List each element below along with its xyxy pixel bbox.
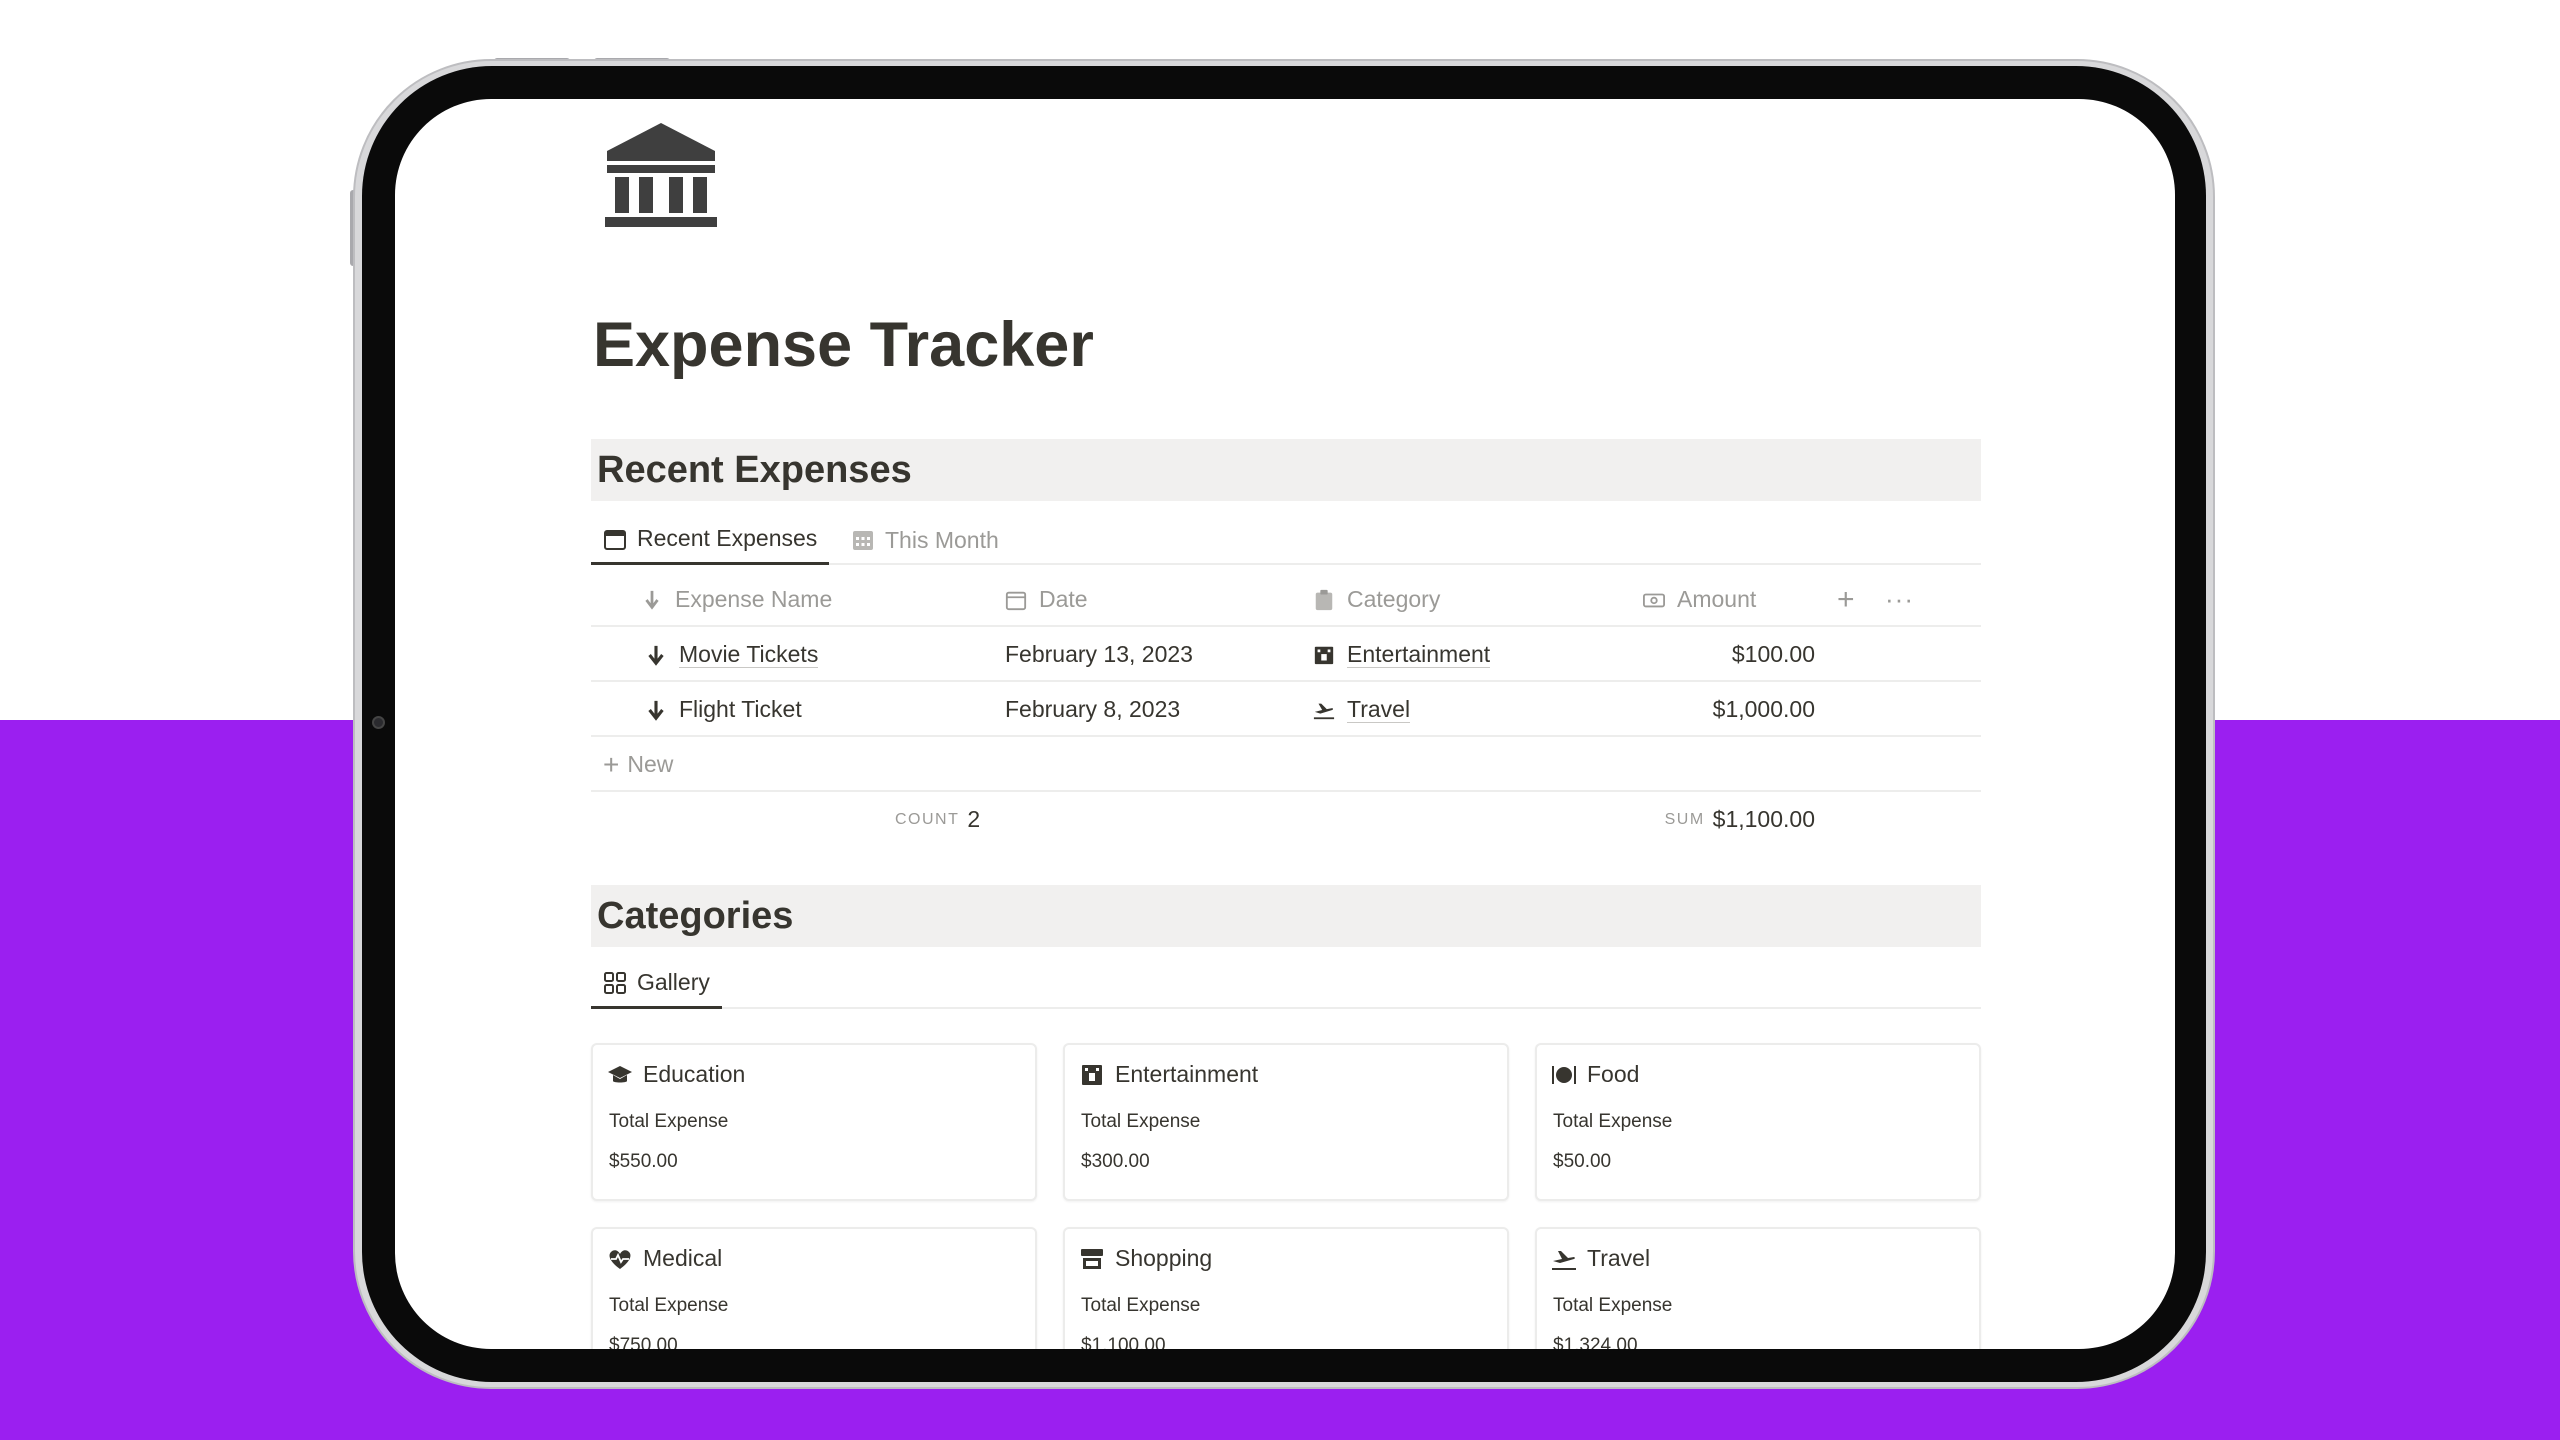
expense-name: Flight Ticket	[679, 696, 802, 722]
airplane-icon	[1552, 1250, 1576, 1270]
money-icon	[1643, 593, 1665, 607]
page-title: Expense Tracker	[593, 310, 1094, 380]
utensils-icon	[1552, 1065, 1576, 1084]
card-title: Shopping	[1079, 1245, 1212, 1272]
tab-this-month-label: This Month	[885, 526, 999, 553]
table-row[interactable]: Flight Ticket February 8, 2023 Travel $1…	[591, 682, 1981, 737]
arrow-down-icon	[645, 590, 659, 610]
card-label: Total Expense	[609, 1111, 729, 1132]
card-title-text: Entertainment	[1115, 1061, 1259, 1087]
recent-expenses-heading: Recent Expenses	[591, 439, 1981, 501]
table-header-row: Expense Name Date Category Amount + ···	[591, 572, 1981, 627]
film-icon	[1314, 646, 1334, 664]
calendar-grid-icon	[853, 531, 873, 550]
column-header-expense-name[interactable]: Expense Name	[641, 572, 832, 627]
recent-expenses-view-tabs: Recent Expenses This Month	[591, 515, 1981, 565]
card-label: Total Expense	[1081, 1111, 1201, 1132]
column-header-label: Expense Name	[675, 586, 833, 612]
card-title: Entertainment	[1079, 1061, 1258, 1088]
category-card-shopping[interactable]: Shopping Total Expense $1,100.00	[1063, 1227, 1509, 1349]
tab-recent-expenses[interactable]: Recent Expenses	[591, 515, 830, 565]
card-label: Total Expense	[1081, 1295, 1201, 1316]
calendar-icon	[604, 529, 626, 550]
recent-expenses-heading-text: Recent Expenses	[597, 449, 912, 491]
category-cell[interactable]: Travel	[1313, 682, 1411, 737]
card-value: $1,324.00	[1553, 1335, 1638, 1349]
new-row-label-group: + New	[603, 737, 673, 792]
card-title: Food	[1551, 1061, 1639, 1088]
card-title: Medical	[607, 1245, 722, 1272]
column-header-label: Amount	[1677, 586, 1757, 612]
amount-cell: $100.00	[1731, 641, 1815, 667]
category-link: Entertainment	[1347, 641, 1491, 668]
categories-heading: Categories	[591, 885, 1981, 947]
tab-gallery-label: Gallery	[637, 969, 710, 995]
tab-this-month[interactable]: This Month	[841, 515, 1009, 565]
expense-name: Movie Tickets	[679, 641, 819, 668]
bank-building-icon[interactable]	[603, 121, 719, 229]
count-label: COUNT	[895, 810, 960, 828]
category-card-food[interactable]: Food Total Expense $50.00	[1535, 1043, 1981, 1201]
categories-view-tabs: Gallery	[591, 959, 1981, 1009]
card-title-text: Food	[1587, 1061, 1640, 1087]
categories-heading-text: Categories	[597, 895, 794, 937]
table-row[interactable]: Movie Tickets February 13, 2023 Entertai…	[591, 627, 1981, 682]
card-value: $1,100.00	[1081, 1335, 1166, 1349]
count-calculation[interactable]: COUNT 2	[895, 792, 980, 847]
card-label: Total Expense	[609, 1295, 729, 1316]
store-icon	[1081, 1248, 1103, 1269]
film-icon	[1082, 1064, 1102, 1085]
sum-value: $1,100.00	[1712, 806, 1815, 832]
tab-gallery[interactable]: Gallery	[591, 959, 722, 1009]
card-title: Travel	[1551, 1245, 1650, 1272]
sum-calculation[interactable]: SUM $1,100.00	[1591, 792, 1815, 847]
card-title-text: Education	[643, 1061, 746, 1087]
tablet-camera	[372, 716, 385, 729]
count-value: 2	[967, 806, 981, 832]
arrow-down-icon	[648, 645, 664, 666]
card-value: $300.00	[1081, 1151, 1150, 1172]
column-header-date[interactable]: Date	[1005, 572, 1088, 627]
category-card-education[interactable]: Education Total Expense $550.00	[591, 1043, 1037, 1201]
gallery-grid-icon	[604, 971, 626, 994]
card-title-text: Shopping	[1115, 1245, 1213, 1271]
expense-name-cell[interactable]: Movie Tickets	[645, 627, 819, 682]
category-link: Travel	[1347, 696, 1411, 723]
new-row-button[interactable]: + New	[591, 737, 1981, 792]
clipboard-icon	[1315, 589, 1333, 610]
tab-recent-expenses-label: Recent Expenses	[637, 525, 818, 551]
card-value: $50.00	[1553, 1151, 1612, 1172]
card-value: $550.00	[609, 1151, 678, 1172]
graduation-cap-icon	[608, 1065, 632, 1082]
calendar-icon	[1005, 591, 1027, 610]
column-header-label: Category	[1347, 586, 1441, 612]
column-header-category[interactable]: Category	[1313, 572, 1440, 627]
card-value: $750.00	[609, 1335, 678, 1349]
new-row-label: New	[627, 751, 674, 777]
more-options-button[interactable]: ···	[1885, 572, 1914, 627]
calculation-row: COUNT 2 SUM $1,100.00	[591, 792, 1981, 847]
date-cell: February 13, 2023	[1005, 641, 1193, 667]
heartbeat-icon	[609, 1249, 631, 1269]
card-label: Total Expense	[1553, 1111, 1673, 1132]
expense-name-cell[interactable]: Flight Ticket	[645, 682, 802, 737]
airplane-icon	[1313, 703, 1335, 719]
category-card-travel[interactable]: Travel Total Expense $1,324.00	[1535, 1227, 1981, 1349]
plus-icon: +	[603, 748, 620, 780]
amount-cell: $1,000.00	[1712, 696, 1815, 722]
arrow-down-icon	[648, 700, 664, 721]
add-property-button[interactable]: +	[1837, 572, 1855, 627]
card-title-text: Travel	[1587, 1245, 1651, 1271]
tablet-screen: Expense Tracker Recent Expenses Recent E…	[395, 99, 2175, 1349]
card-title-text: Medical	[643, 1245, 723, 1271]
column-header-label: Date	[1039, 586, 1088, 612]
category-cell[interactable]: Entertainment	[1313, 627, 1491, 682]
column-header-amount[interactable]: Amount	[1643, 572, 1756, 627]
category-card-medical[interactable]: Medical Total Expense $750.00	[591, 1227, 1037, 1349]
date-cell: February 8, 2023	[1005, 696, 1181, 722]
card-title: Education	[607, 1061, 745, 1088]
card-label: Total Expense	[1553, 1295, 1673, 1316]
sum-label: SUM	[1664, 810, 1705, 828]
category-card-entertainment[interactable]: Entertainment Total Expense $300.00	[1063, 1043, 1509, 1201]
